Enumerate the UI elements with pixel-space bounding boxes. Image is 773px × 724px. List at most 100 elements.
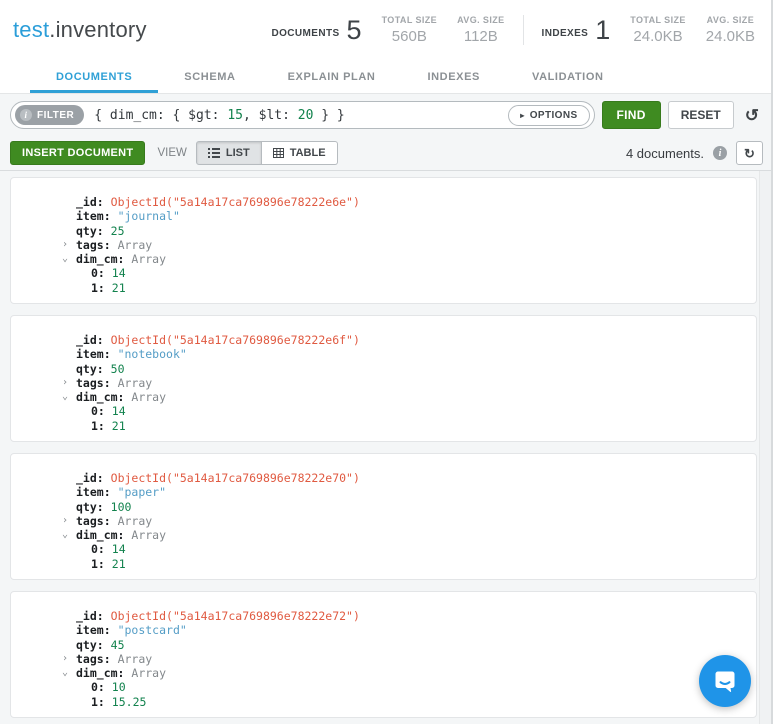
chevron-down-icon[interactable]: ⌄ (62, 528, 68, 542)
field-tags: › tags: Array (62, 513, 153, 528)
collection-header: test.inventory DOCUMENTS 5 TOTAL SIZE 56… (0, 0, 773, 60)
documents-stat-label: DOCUMENTS (271, 27, 340, 39)
chevron-down-icon[interactable]: ⌄ (62, 252, 68, 266)
indexes-stat: INDEXES 1 (542, 15, 611, 46)
document-card[interactable]: _id: ObjectId("5a14a17ca769896e78222e70"… (10, 453, 757, 580)
document-card[interactable]: _id: ObjectId("5a14a17ca769896e78222e72"… (10, 591, 757, 718)
objectid-value: ObjectId("5a14a17ca769896e78222e70") (110, 471, 360, 485)
chat-launcher-button[interactable] (699, 655, 751, 707)
documents-count: 5 (346, 14, 362, 45)
tab-indexes[interactable]: INDEXES (401, 60, 506, 93)
chevron-right-icon[interactable]: › (62, 238, 68, 252)
view-label: VIEW (157, 147, 187, 159)
query-history-icon[interactable]: ↺ (741, 107, 763, 124)
documents-stat: DOCUMENTS 5 (271, 15, 361, 46)
table-view-button[interactable]: TABLE (261, 141, 338, 165)
number-value: 10 (111, 680, 126, 695)
array-label: Array (131, 390, 167, 405)
field-dim-1: 1: 21 (91, 418, 126, 433)
chevron-right-icon[interactable]: › (62, 376, 68, 390)
array-label: Array (117, 651, 153, 666)
field-dim-0: 0: 14 (91, 404, 126, 419)
field-qty: qty: 45 (76, 637, 125, 652)
stats-divider (522, 15, 524, 45)
chevron-right-icon[interactable]: › (62, 514, 68, 528)
number-value: 15.25 (111, 694, 147, 709)
number-value: 45 (110, 637, 125, 652)
field-id: _id: ObjectId("5a14a17ca769896e78222e6f"… (76, 333, 360, 347)
array-label: Array (131, 252, 167, 267)
string-value: "paper" (117, 485, 167, 500)
string-value: "notebook" (117, 347, 187, 362)
indexes-count: 1 (595, 14, 611, 45)
field-dim-1: 1: 21 (91, 280, 126, 295)
objectid-value: ObjectId("5a14a17ca769896e78222e72") (110, 609, 360, 623)
document-list: _id: ObjectId("5a14a17ca769896e78222e6e"… (0, 171, 773, 724)
array-label: Array (117, 237, 153, 252)
collection-name: .inventory (49, 17, 147, 42)
number-value: 21 (111, 418, 126, 433)
tab-documents[interactable]: DOCUMENTS (30, 60, 158, 93)
reset-button[interactable]: RESET (667, 101, 734, 129)
array-label: Array (131, 666, 167, 681)
filter-query-text: { dim_cm: { $gt: 15, $lt: 20 } } (94, 107, 345, 123)
field-dim-cm: ⌄ dim_cm: Array (62, 528, 167, 543)
chevron-down-icon[interactable]: ⌄ (62, 666, 68, 680)
field-dim-0: 0: 14 (91, 542, 126, 557)
field-tags: › tags: Array (62, 651, 153, 666)
tab-validation[interactable]: VALIDATION (506, 60, 630, 93)
string-value: "postcard" (117, 623, 187, 638)
field-qty: qty: 25 (76, 223, 125, 238)
field-item: item: "notebook" (76, 347, 187, 362)
number-value: 25 (110, 223, 125, 238)
info-icon[interactable]: i (713, 146, 727, 160)
query-bar: i FILTER { dim_cm: { $gt: 15, $lt: 20 } … (0, 94, 773, 136)
field-dim-0: 0: 14 (91, 266, 126, 281)
field-dim-1: 1: 21 (91, 556, 126, 571)
collection-stats: DOCUMENTS 5 TOTAL SIZE 560B AVG. SIZE 11… (271, 15, 755, 46)
number-value: 100 (110, 499, 132, 514)
tab-explain-plan[interactable]: EXPLAIN PLAN (262, 60, 402, 93)
number-value: 14 (111, 404, 126, 419)
options-button[interactable]: ▸ OPTIONS (508, 104, 590, 126)
tab-schema[interactable]: SCHEMA (158, 60, 261, 93)
database-name: test (13, 17, 50, 42)
document-card[interactable]: _id: ObjectId("5a14a17ca769896e78222e6f"… (10, 315, 757, 442)
filter-lt-value: 20 (297, 107, 314, 123)
table-icon (272, 148, 284, 158)
refresh-icon[interactable]: ↻ (736, 141, 763, 165)
filter-input[interactable]: i FILTER { dim_cm: { $gt: 15, $lt: 20 } … (10, 101, 595, 129)
insert-document-button[interactable]: INSERT DOCUMENT (10, 141, 146, 165)
field-id: _id: ObjectId("5a14a17ca769896e78222e72"… (76, 609, 360, 623)
chevron-right-icon[interactable]: › (62, 652, 68, 666)
document-count: 4 documents. (625, 145, 704, 161)
number-value: 21 (111, 556, 126, 571)
compass-collection-view: test.inventory DOCUMENTS 5 TOTAL SIZE 56… (0, 0, 773, 724)
field-tags: › tags: Array (62, 237, 153, 252)
caret-right-icon: ▸ (520, 110, 525, 120)
number-value: 50 (110, 361, 125, 376)
chat-bubble-icon (715, 671, 735, 693)
field-dim-1: 1: 15.25 (91, 694, 147, 709)
list-icon (207, 148, 220, 158)
scrollbar-track[interactable] (759, 171, 771, 724)
document-card[interactable]: _id: ObjectId("5a14a17ca769896e78222e6e"… (10, 177, 757, 304)
array-label: Array (131, 528, 167, 543)
tab-bar: DOCUMENTS SCHEMA EXPLAIN PLAN INDEXES VALIDA… (0, 60, 773, 94)
documents-toolbar: INSERT DOCUMENT VIEW LIST TABLE 4 docume… (0, 136, 773, 171)
objectid-value: ObjectId("5a14a17ca769896e78222e6e") (110, 195, 360, 209)
number-value: 14 (111, 266, 126, 281)
indexes-total-size: TOTAL SIZE 24.0KB (630, 15, 686, 45)
find-button[interactable]: FIND (601, 101, 661, 129)
documents-total-size: TOTAL SIZE 560B (381, 15, 438, 45)
field-qty: qty: 50 (76, 361, 125, 376)
namespace-title: test.inventory (13, 17, 147, 43)
field-dim-cm: ⌄ dim_cm: Array (62, 390, 167, 405)
list-view-button[interactable]: LIST (195, 141, 262, 165)
field-dim-cm: ⌄ dim_cm: Array (62, 666, 167, 681)
filter-badge-label: FILTER (37, 109, 75, 121)
field-qty: qty: 100 (76, 499, 132, 514)
chevron-down-icon[interactable]: ⌄ (62, 390, 68, 404)
field-id: _id: ObjectId("5a14a17ca769896e78222e6e"… (76, 195, 360, 209)
field-item: item: "journal" (76, 209, 180, 224)
